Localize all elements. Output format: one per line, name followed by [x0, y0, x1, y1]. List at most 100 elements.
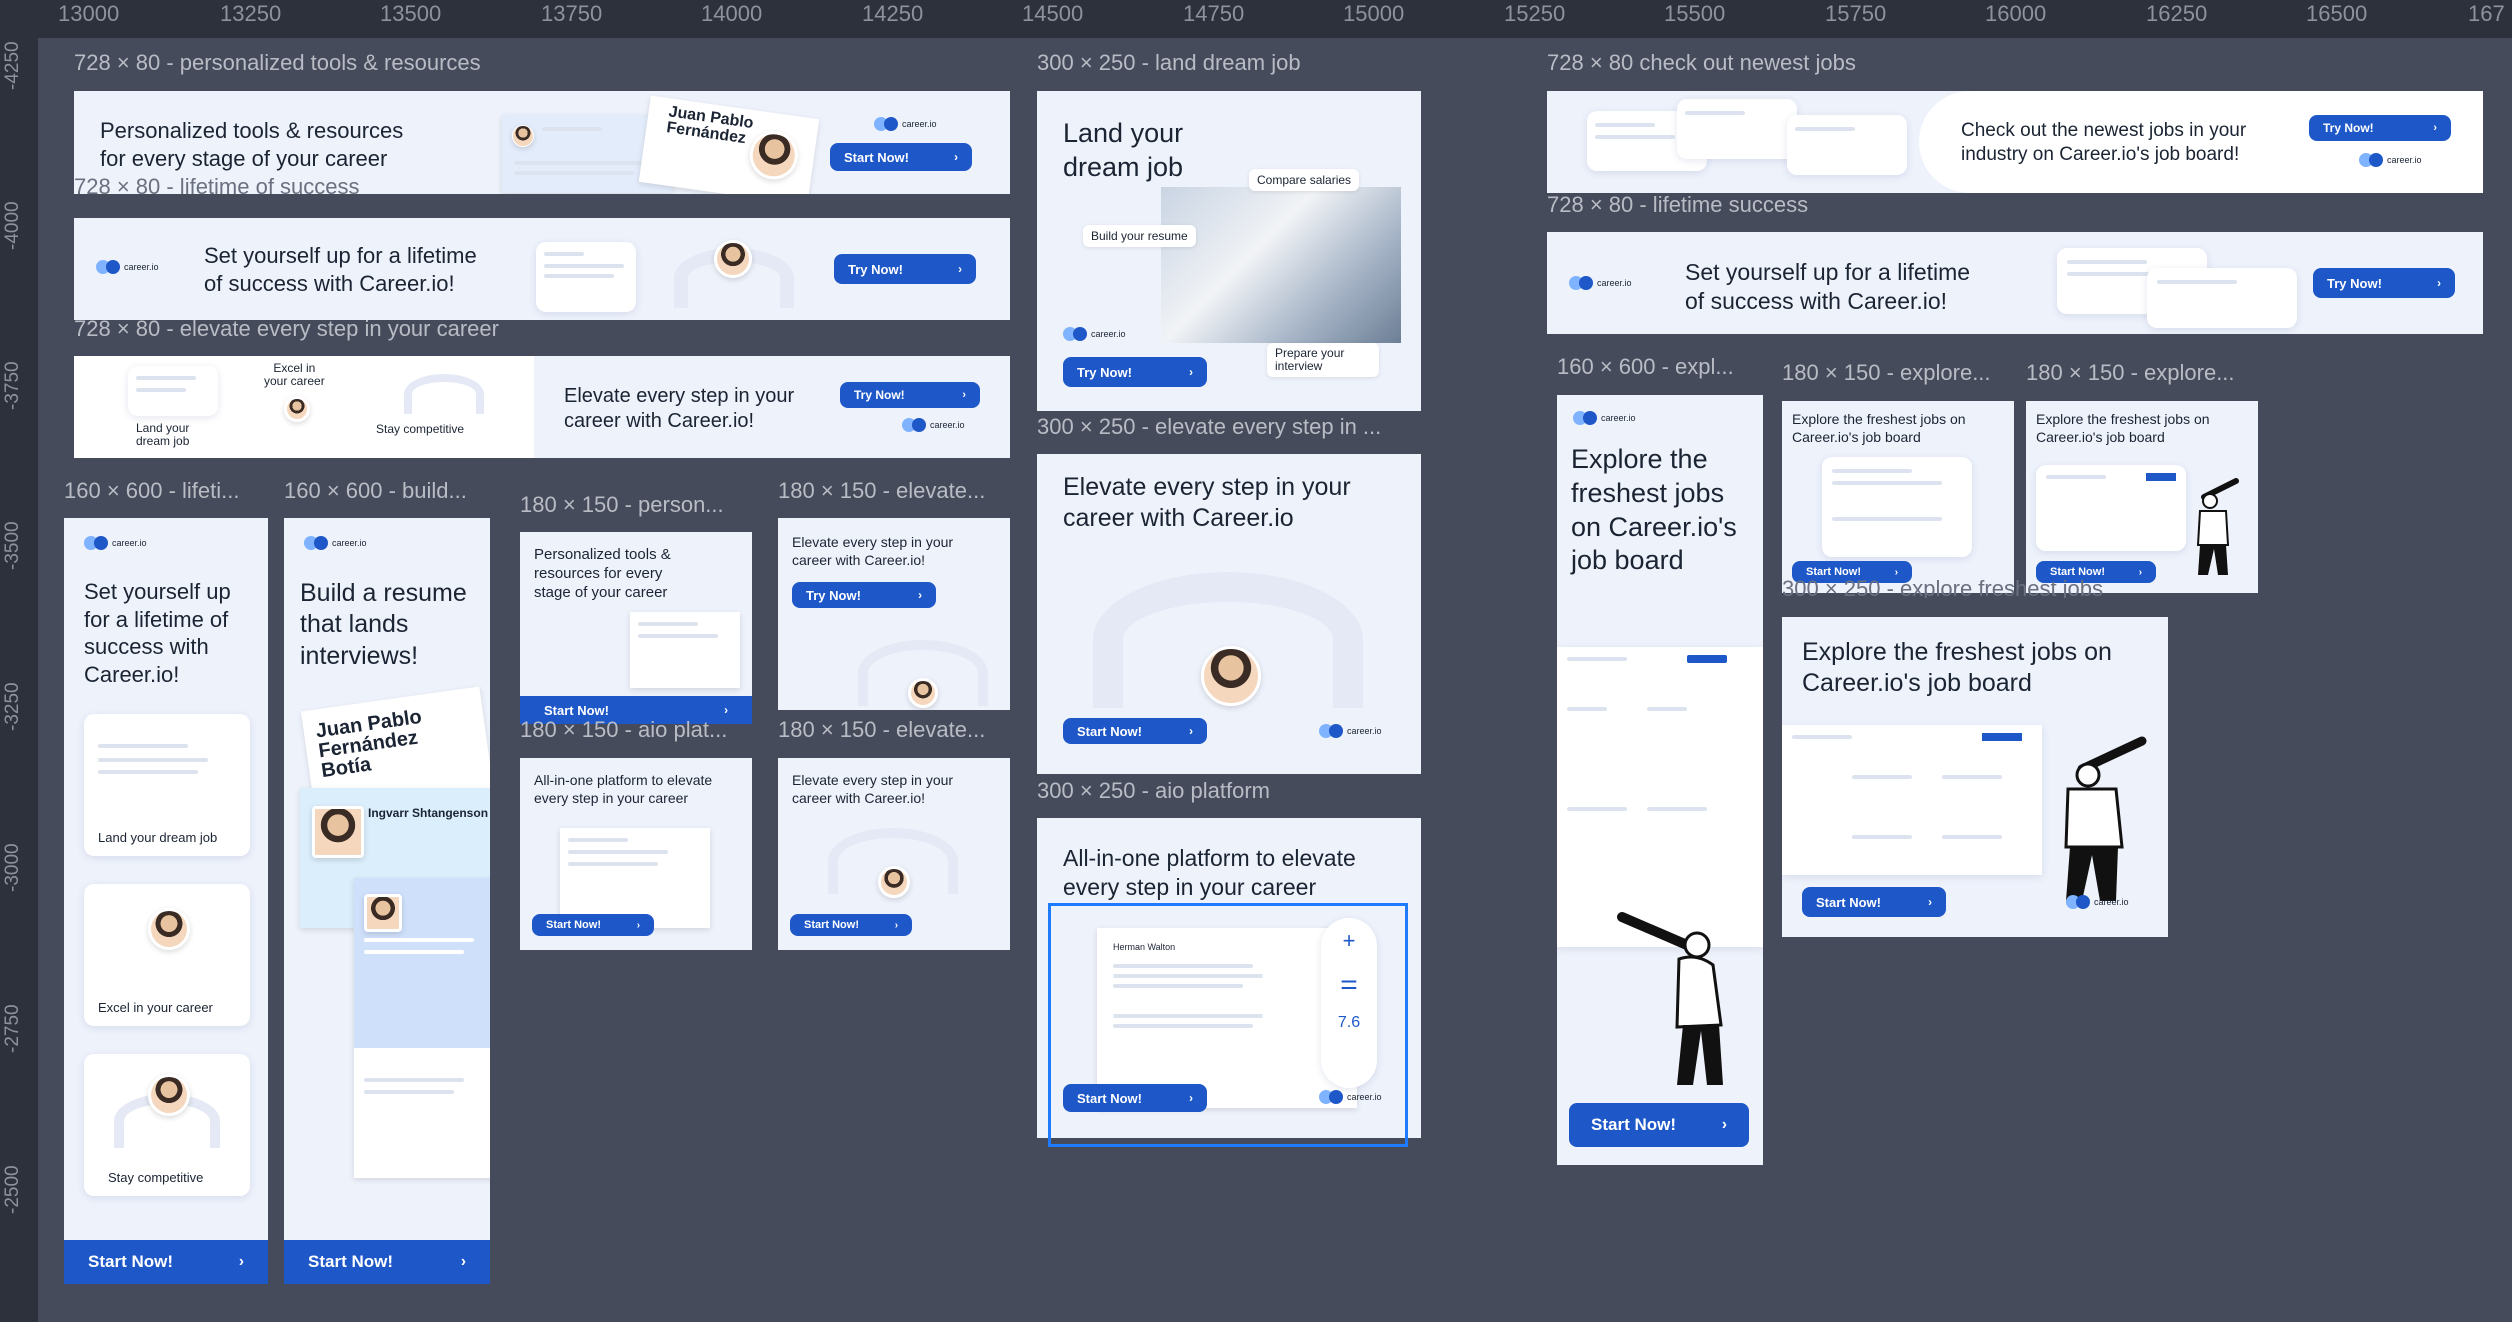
ruler-tick-label: 14500 [1022, 1, 1084, 26]
medium-rectangle-explore-jobs[interactable]: Explore the freshest jobs on Career.io's… [1782, 617, 2168, 937]
frame-label[interactable]: 728 × 80 - lifetime of success [74, 174, 360, 196]
small-banner-personalized[interactable]: Personalized tools & resources for every… [520, 532, 752, 724]
chevron-right-icon: › [954, 150, 958, 164]
ruler-tick-label: -3500 [2, 521, 23, 570]
chevron-right-icon: › [1189, 724, 1193, 738]
try-now-button[interactable]: Try Now! › [1063, 357, 1207, 387]
progress-arc [404, 374, 484, 414]
frame-label[interactable]: 160 × 600 - expl... [1557, 354, 1747, 380]
frame-label[interactable]: 180 × 150 - explore... [1782, 360, 2012, 386]
banner-headline: Explore the freshest jobs on Career.io's… [1571, 444, 1737, 576]
ruler-tick-label: 15750 [1825, 1, 1887, 26]
start-now-button[interactable]: Start Now! › [1569, 1103, 1749, 1147]
selection-box[interactable] [1048, 903, 1408, 1147]
button-label: Start Now! [308, 1252, 393, 1271]
feature-card: Stay competitive [84, 1054, 250, 1196]
frame-label[interactable]: 728 × 80 check out newest jobs [1547, 50, 1856, 76]
banner-headline: Explore the freshest jobs on Career.io's… [1792, 411, 1966, 445]
resume-card [536, 242, 636, 312]
avatar [312, 806, 364, 858]
step-label: Land your dream job [136, 421, 190, 449]
ruler-tick-label: 15500 [1664, 1, 1726, 26]
frame-label[interactable]: 160 × 600 - lifeti... [64, 478, 264, 504]
frame-label[interactable]: 300 × 250 - explore freshest jobs [1782, 576, 2142, 598]
feature-bubble: Build your resume [1083, 225, 1196, 247]
ruler-tick-label: 16000 [1985, 1, 2047, 26]
resume-preview [630, 612, 740, 688]
medium-rectangle-land-dream-job[interactable]: Land your dream job Compare salaries Bui… [1037, 91, 1421, 411]
banner-lifetime-success[interactable]: career.io Set yourself up for a lifetime… [1547, 232, 2483, 334]
frame-label[interactable]: 160 × 600 - build... [284, 478, 494, 504]
frame-label[interactable]: 180 × 150 - aio plat... [520, 717, 740, 743]
banner-newest-jobs[interactable]: Check out the newest jobs in your indust… [1547, 91, 2483, 193]
start-now-button[interactable]: Start Now! › [790, 914, 912, 936]
start-now-button[interactable]: Start Now! › [830, 143, 972, 171]
frame-label[interactable]: 180 × 150 - elevate... [778, 478, 1008, 504]
chevron-right-icon: › [636, 919, 640, 931]
frame-label[interactable]: 728 × 80 - elevate every step in your ca… [74, 316, 499, 342]
chevron-right-icon: › [460, 1253, 466, 1270]
resume-preview [560, 828, 710, 928]
feature-bubble: Prepare your interview [1267, 343, 1379, 378]
banner-lifetime-success[interactable]: career.io Set yourself up for a lifetime… [74, 218, 1010, 320]
banner-elevate-every-step[interactable]: Land your dream job Excel in your career… [74, 356, 1010, 458]
start-now-button[interactable]: Start Now! › [1802, 887, 1946, 917]
telescope-man-icon [2064, 736, 2147, 901]
banner-headline: All-in-one platform to elevate every ste… [1063, 845, 1356, 900]
start-now-button[interactable]: Start Now! › [284, 1240, 490, 1284]
ruler-tick-label: 13000 [58, 1, 120, 26]
frame-label[interactable]: 728 × 80 - lifetime success [1547, 192, 1808, 218]
try-now-button[interactable]: Try Now! › [840, 382, 980, 408]
careerio-logo: career.io [874, 117, 937, 131]
careerio-logo: career.io [304, 536, 367, 550]
chevron-right-icon: › [1928, 895, 1932, 909]
careerio-logo: career.io [2359, 153, 2422, 167]
banner-headline: Explore the freshest jobs on Career.io's… [2036, 411, 2210, 445]
frame-label[interactable]: 728 × 80 - personalized tools & resource… [74, 50, 481, 76]
skyscraper-build-resume[interactable]: career.io Build a resume that lands inte… [284, 518, 490, 1284]
ruler-tick-label: -4000 [2, 201, 23, 250]
careerio-logo: career.io [1573, 411, 1636, 425]
frame-label[interactable]: 180 × 150 - elevate... [778, 717, 1008, 743]
banner-headline: All-in-one platform to elevate every ste… [534, 772, 713, 806]
banner-headline: Elevate every step in your career with C… [792, 772, 954, 806]
try-now-button[interactable]: Try Now! › [792, 582, 936, 608]
banner-headline: Elevate every step in your career with C… [792, 534, 954, 568]
frame-label[interactable]: 300 × 250 - elevate every step in ... [1037, 414, 1417, 440]
avatar [512, 125, 534, 147]
banner-headline: Build a resume that lands interviews! [300, 579, 467, 670]
start-now-button[interactable]: Start Now! › [532, 914, 654, 936]
start-now-button[interactable]: Start Now! › [1063, 718, 1207, 744]
ruler-tick-label: -3000 [2, 843, 23, 892]
try-now-button[interactable]: Try Now! › [2309, 115, 2451, 141]
frame-label[interactable]: 300 × 250 - land dream job [1037, 50, 1301, 76]
small-banner-elevate[interactable]: Elevate every step in your career with C… [778, 518, 1010, 710]
chevron-right-icon: › [958, 262, 962, 276]
ruler-tick-label: 13500 [380, 1, 442, 26]
small-banner-aio-platform[interactable]: All-in-one platform to elevate every ste… [520, 758, 752, 950]
feature-card: Excel in your career [84, 884, 250, 1026]
feature-bubble: Compare salaries [1249, 169, 1360, 191]
step-label: Stay competitive [376, 422, 465, 436]
skyscraper-explore-jobs[interactable]: career.io Explore the freshest jobs on C… [1557, 395, 1763, 1165]
try-now-button[interactable]: Try Now! › [834, 254, 976, 284]
careerio-logo: career.io [2066, 895, 2129, 909]
frame-label[interactable]: 300 × 250 - aio platform [1037, 778, 1270, 804]
ruler-tick-label: 13750 [541, 1, 603, 26]
step-label: Excel in your career [264, 361, 325, 389]
chevron-right-icon: › [1189, 365, 1193, 379]
medium-rectangle-elevate[interactable]: Elevate every step in your career with C… [1037, 454, 1421, 774]
small-banner-explore-jobs[interactable]: Explore the freshest jobs on Career.io's… [2026, 401, 2258, 593]
try-now-button[interactable]: Try Now! › [2313, 268, 2455, 298]
small-banner-explore-jobs[interactable]: Explore the freshest jobs on Career.io's… [1782, 401, 2014, 593]
button-label: Try Now! [2327, 275, 2382, 291]
careerio-logo: career.io [96, 260, 159, 274]
frame-label[interactable]: 180 × 150 - person... [520, 492, 740, 518]
start-now-button[interactable]: Start Now! › [64, 1240, 268, 1284]
frame-label[interactable]: 180 × 150 - explore... [2026, 360, 2256, 386]
banner-headline: Land your dream job [1063, 118, 1184, 182]
avatar [714, 240, 752, 278]
skyscraper-lifetime-success[interactable]: career.io Set yourself up for a lifetime… [64, 518, 268, 1284]
job-card [2147, 268, 2297, 328]
small-banner-elevate[interactable]: Elevate every step in your career with C… [778, 758, 1010, 950]
